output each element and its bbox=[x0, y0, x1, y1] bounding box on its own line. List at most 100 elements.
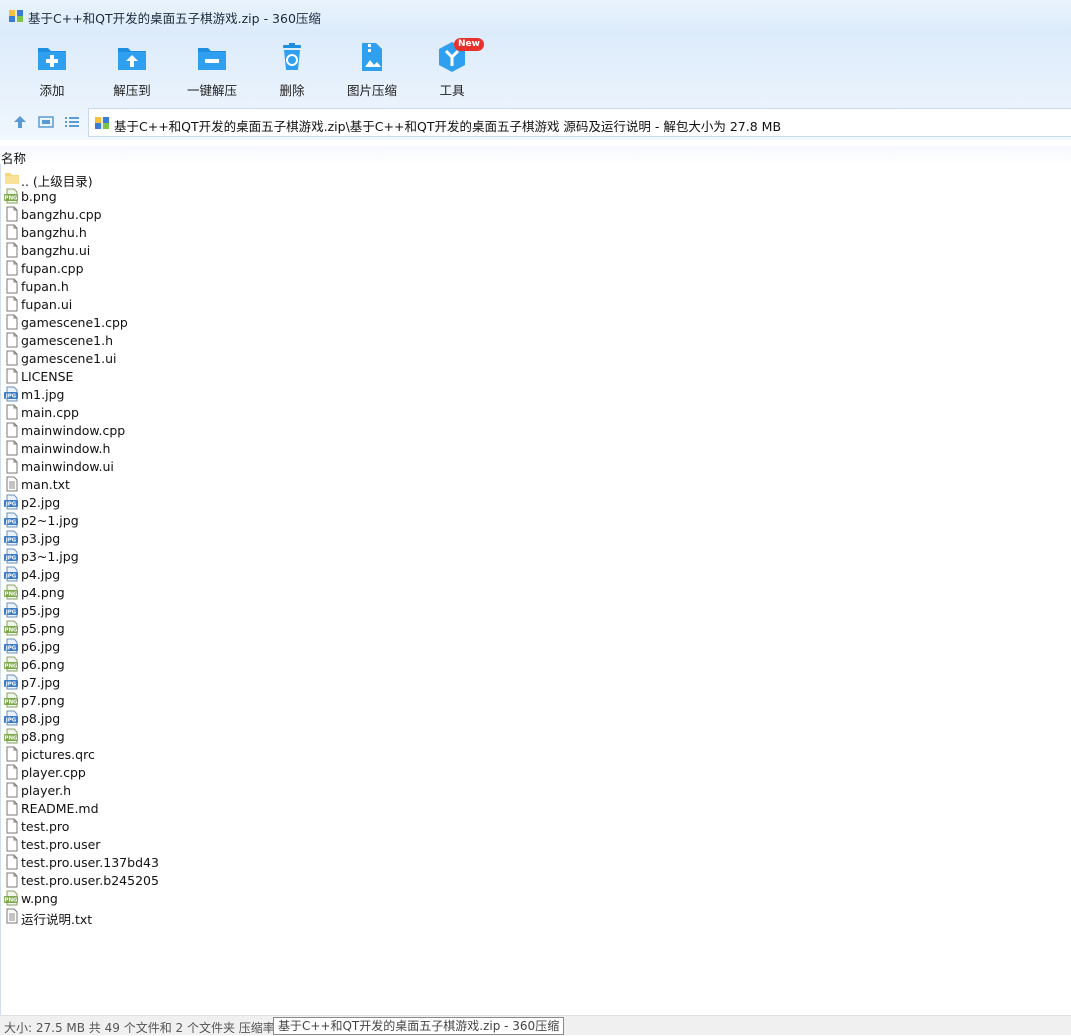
file-name: b.png bbox=[21, 189, 57, 204]
file-row[interactable]: LICENSE bbox=[0, 367, 400, 385]
file-name: bangzhu.h bbox=[21, 225, 87, 240]
thumbnail-view-icon[interactable] bbox=[38, 114, 54, 130]
file-row[interactable]: PNG w.png bbox=[0, 889, 400, 907]
file-row[interactable]: JPG p4.jpg bbox=[0, 565, 400, 583]
file-icon bbox=[4, 242, 20, 258]
archive-icon bbox=[95, 117, 109, 129]
extract-to-button[interactable]: 解压到 bbox=[92, 40, 172, 100]
file-name: p3.jpg bbox=[21, 531, 61, 546]
one-click-extract-button[interactable]: 一键解压 bbox=[172, 40, 252, 100]
png-file-icon: PNG bbox=[4, 188, 20, 204]
list-view-icon[interactable] bbox=[64, 114, 80, 130]
file-icon bbox=[4, 422, 20, 438]
up-level-icon[interactable] bbox=[12, 114, 28, 130]
svg-text:JPG: JPG bbox=[5, 610, 17, 616]
image-compress-button[interactable]: 图片压缩 bbox=[332, 40, 412, 100]
file-row[interactable]: test.pro.user bbox=[0, 835, 400, 853]
file-icon bbox=[4, 458, 20, 474]
file-row[interactable]: fupan.cpp bbox=[0, 259, 400, 277]
file-icon bbox=[4, 260, 20, 276]
file-icon bbox=[4, 836, 20, 852]
svg-text:PNG: PNG bbox=[4, 700, 18, 706]
file-icon bbox=[4, 854, 20, 870]
file-row[interactable]: fupan.h bbox=[0, 277, 400, 295]
file-row[interactable]: man.txt bbox=[0, 475, 400, 493]
parent-directory-row[interactable]: .. (上级目录) bbox=[0, 169, 400, 189]
file-name: p2.jpg bbox=[21, 495, 61, 510]
file-row[interactable]: JPG p3.jpg bbox=[0, 529, 400, 547]
title-bar: 基于C++和QT开发的桌面五子棋游戏.zip - 360压缩 bbox=[0, 0, 1071, 32]
svg-text:JPG: JPG bbox=[5, 556, 17, 562]
file-row[interactable]: bangzhu.h bbox=[0, 223, 400, 241]
file-row[interactable]: pictures.qrc bbox=[0, 745, 400, 763]
file-row[interactable]: JPG p3~1.jpg bbox=[0, 547, 400, 565]
file-icon bbox=[4, 440, 20, 456]
file-row[interactable]: JPG m1.jpg bbox=[0, 385, 400, 403]
file-row[interactable]: main.cpp bbox=[0, 403, 400, 421]
png-file-icon: PNG bbox=[4, 656, 20, 672]
path-field[interactable]: 基于C++和QT开发的桌面五子棋游戏.zip\基于C++和QT开发的桌面五子棋游… bbox=[88, 108, 1071, 137]
file-row[interactable]: JPG p5.jpg bbox=[0, 601, 400, 619]
add-button[interactable]: 添加 bbox=[12, 40, 92, 100]
file-row[interactable]: gamescene1.ui bbox=[0, 349, 400, 367]
file-icon bbox=[4, 332, 20, 348]
file-row[interactable]: gamescene1.h bbox=[0, 331, 400, 349]
tools-button[interactable]: New 工具 bbox=[412, 38, 492, 100]
file-name: gamescene1.cpp bbox=[21, 315, 128, 330]
svg-text:PNG: PNG bbox=[4, 898, 18, 904]
file-row[interactable]: mainwindow.cpp bbox=[0, 421, 400, 439]
text-file-icon bbox=[4, 908, 20, 924]
file-row[interactable]: JPG p8.jpg bbox=[0, 709, 400, 727]
file-row[interactable]: test.pro bbox=[0, 817, 400, 835]
file-row[interactable]: test.pro.user.137bd43 bbox=[0, 853, 400, 871]
png-file-icon: PNG bbox=[4, 584, 20, 600]
file-row[interactable]: PNG b.png bbox=[0, 187, 400, 205]
jpg-file-icon: JPG bbox=[4, 566, 20, 582]
add-icon bbox=[38, 48, 66, 70]
file-row[interactable]: PNG p5.png bbox=[0, 619, 400, 637]
svg-text:JPG: JPG bbox=[5, 520, 17, 526]
name-column-label: 名称 bbox=[1, 151, 27, 166]
file-row[interactable]: PNG p8.png bbox=[0, 727, 400, 745]
column-header[interactable]: 名称 bbox=[0, 146, 1071, 166]
file-name: p3~1.jpg bbox=[21, 549, 79, 564]
file-name: player.h bbox=[21, 783, 72, 798]
file-row[interactable]: bangzhu.cpp bbox=[0, 205, 400, 223]
png-file-icon: PNG bbox=[4, 620, 20, 636]
file-row[interactable]: fupan.ui bbox=[0, 295, 400, 313]
file-row[interactable]: player.cpp bbox=[0, 763, 400, 781]
file-row[interactable]: PNG p4.png bbox=[0, 583, 400, 601]
svg-text:PNG: PNG bbox=[4, 196, 18, 202]
file-row[interactable]: README.md bbox=[0, 799, 400, 817]
extract-to-label: 解压到 bbox=[113, 83, 151, 98]
file-row[interactable]: JPG p2~1.jpg bbox=[0, 511, 400, 529]
file-icon bbox=[4, 800, 20, 816]
file-row[interactable]: gamescene1.cpp bbox=[0, 313, 400, 331]
extract-to-icon bbox=[118, 48, 146, 70]
file-row[interactable]: JPG p2.jpg bbox=[0, 493, 400, 511]
file-row[interactable]: 运行说明.txt bbox=[0, 907, 400, 927]
tooltip: 基于C++和QT开发的桌面五子棋游戏.zip - 360压缩 bbox=[273, 1017, 565, 1035]
text-file-icon bbox=[4, 476, 20, 492]
file-row[interactable]: PNG p6.png bbox=[0, 655, 400, 673]
file-row[interactable]: mainwindow.h bbox=[0, 439, 400, 457]
file-row[interactable]: JPG p6.jpg bbox=[0, 637, 400, 655]
file-row[interactable]: JPG p7.jpg bbox=[0, 673, 400, 691]
file-row[interactable]: mainwindow.ui bbox=[0, 457, 400, 475]
file-icon bbox=[4, 206, 20, 222]
file-name: p5.jpg bbox=[21, 603, 61, 618]
file-icon bbox=[4, 278, 20, 294]
file-name: README.md bbox=[21, 801, 99, 816]
jpg-file-icon: JPG bbox=[4, 512, 20, 528]
file-row[interactable]: test.pro.user.b245205 bbox=[0, 871, 400, 889]
file-name: LICENSE bbox=[21, 369, 74, 384]
file-name: p4.png bbox=[21, 585, 65, 600]
file-name: mainwindow.ui bbox=[21, 459, 114, 474]
file-name: p6.jpg bbox=[21, 639, 61, 654]
file-row[interactable]: PNG p7.png bbox=[0, 691, 400, 709]
file-name: m1.jpg bbox=[21, 387, 65, 402]
file-name: main.cpp bbox=[21, 405, 79, 420]
file-row[interactable]: bangzhu.ui bbox=[0, 241, 400, 259]
file-row[interactable]: player.h bbox=[0, 781, 400, 799]
delete-button[interactable]: 删除 bbox=[252, 40, 332, 100]
